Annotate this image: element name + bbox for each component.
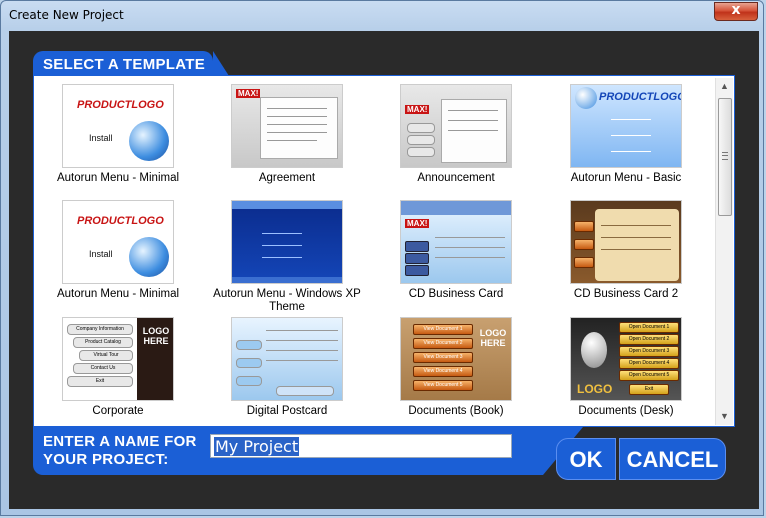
window-title: Create New Project	[9, 8, 124, 22]
template-menu-item: Open Document 4	[619, 358, 679, 369]
ok-button[interactable]: OK	[556, 438, 616, 480]
template-menu-item: Company Information	[67, 324, 133, 335]
template-label: Autorun Menu - Basic	[570, 172, 682, 184]
template-thumbnail: LOGO HERE Company Information Product Ca…	[62, 317, 174, 401]
template-menu-item: Exit	[629, 384, 669, 395]
project-name-label: ENTER A NAME FOR YOUR PROJECT:	[43, 433, 197, 469]
max-badge: MAX!	[405, 105, 430, 114]
announcement-page	[441, 99, 507, 163]
install-text: Install	[89, 133, 113, 143]
template-label: CD Business Card 2	[573, 288, 679, 300]
title-bar[interactable]: Create New Project x	[1, 1, 765, 31]
globe-icon	[129, 121, 169, 161]
globe-icon	[129, 237, 169, 277]
template-label: Announcement	[417, 172, 495, 184]
template-thumbnail: PRODUCTLOGO	[570, 84, 682, 168]
template-item[interactable]: MAX! Agreement	[212, 78, 362, 188]
template-item[interactable]: Autorun Menu - Windows XP Theme	[212, 194, 362, 313]
template-item[interactable]: Digital Postcard	[212, 311, 362, 421]
close-icon: x	[731, 2, 741, 18]
template-thumbnail: PRODUCTLOGO Install	[62, 84, 174, 168]
logo-placeholder: LOGO	[577, 382, 613, 396]
template-item[interactable]: CD Business Card 2	[551, 194, 701, 304]
scroll-down-icon[interactable]: ▼	[716, 408, 733, 425]
template-menu-item: Open Document 2	[619, 334, 679, 345]
logo-placeholder: LOGO HERE	[479, 328, 507, 348]
cancel-button[interactable]: CANCEL	[619, 438, 726, 480]
template-label: CD Business Card	[408, 288, 504, 300]
project-name-input[interactable]: My Project	[210, 434, 512, 458]
max-badge: MAX!	[236, 89, 261, 98]
template-thumbnail	[231, 317, 343, 401]
template-label: Agreement	[258, 172, 316, 184]
logo-placeholder: LOGO HERE	[142, 326, 170, 346]
template-item[interactable]: PRODUCTLOGO Install Autorun Menu - Minim…	[43, 78, 193, 188]
template-label: Documents (Desk)	[578, 405, 674, 417]
template-item[interactable]: Open Document 1 Open Document 2 Open Doc…	[551, 311, 701, 421]
project-name-label-line1: ENTER A NAME FOR	[43, 433, 197, 450]
template-thumbnail: View Document 1 View Document 2 View Doc…	[400, 317, 512, 401]
template-item[interactable]: LOGO HERE Company Information Product Ca…	[43, 311, 193, 421]
project-name-label-line2: YOUR PROJECT:	[43, 451, 169, 468]
template-item[interactable]: MAX! Announcement	[381, 78, 531, 188]
template-thumbnail: MAX!	[400, 200, 512, 284]
template-menu-item: View Document 3	[413, 352, 473, 363]
agreement-page	[260, 97, 338, 159]
template-item[interactable]: View Document 1 View Document 2 View Doc…	[381, 311, 531, 421]
section-title: SELECT A TEMPLATE	[43, 56, 206, 73]
template-item[interactable]: PRODUCTLOGO Autorun Menu - Basic	[551, 78, 701, 188]
template-menu-item: Open Document 3	[619, 346, 679, 357]
globe-icon	[575, 87, 597, 109]
product-logo: PRODUCTLOGO	[77, 99, 164, 111]
max-badge: MAX!	[405, 219, 430, 228]
template-menu-item: Product Catalog	[73, 337, 133, 348]
template-label: Documents (Book)	[408, 405, 504, 417]
install-text: Install	[89, 249, 113, 259]
template-menu-item: Exit	[67, 376, 133, 387]
template-label: Autorun Menu - Minimal	[56, 172, 180, 184]
section-header: SELECT A TEMPLATE	[33, 51, 229, 76]
template-menu-item: Virtual Tour	[79, 350, 133, 361]
template-item[interactable]: PRODUCTLOGO Install Autorun Menu - Minim…	[43, 194, 193, 304]
template-menu-item: Open Document 5	[619, 370, 679, 381]
product-logo: PRODUCTLOGO	[77, 215, 164, 227]
template-menu-item: View Document 2	[413, 338, 473, 349]
template-thumbnail	[570, 200, 682, 284]
template-menu-item: View Document 5	[413, 380, 473, 391]
template-label: Digital Postcard	[246, 405, 328, 417]
gallery-scrollbar[interactable]: ▲ ▼	[715, 78, 733, 425]
template-thumbnail: MAX!	[231, 84, 343, 168]
template-thumbnail: PRODUCTLOGO Install	[62, 200, 174, 284]
template-thumbnail: MAX!	[400, 84, 512, 168]
template-item[interactable]: MAX! CD Business Card	[381, 194, 531, 304]
scrollbar-thumb[interactable]	[718, 98, 732, 216]
template-menu-item: View Document 1	[413, 324, 473, 335]
template-menu-item: Contact Us	[73, 363, 133, 374]
template-label: Autorun Menu - Minimal	[56, 288, 180, 300]
close-button[interactable]: x	[714, 2, 758, 21]
product-logo: PRODUCTLOGO	[599, 91, 682, 103]
project-name-value: My Project	[214, 437, 300, 456]
mouse-icon	[581, 332, 607, 368]
template-thumbnail: Open Document 1 Open Document 2 Open Doc…	[570, 317, 682, 401]
scroll-up-icon[interactable]: ▲	[716, 78, 733, 95]
template-menu-item: View Document 4	[413, 366, 473, 377]
template-menu-item: Open Document 1	[619, 322, 679, 333]
template-label: Corporate	[92, 405, 144, 417]
template-thumbnail	[231, 200, 343, 284]
